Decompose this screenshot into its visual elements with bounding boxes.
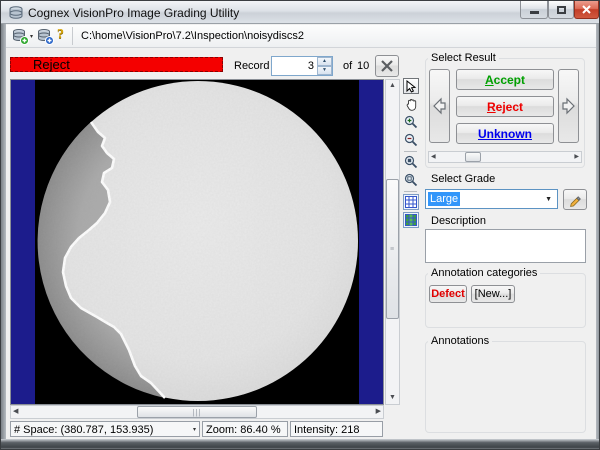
annotation-categories-label: Annotation categories <box>428 267 540 279</box>
image-display[interactable] <box>10 79 384 405</box>
reject-button[interactable]: Reject <box>456 96 554 117</box>
pointer-icon <box>405 80 417 93</box>
main-toolbar: ▾ ? C:\home\VisionPro\7.2\Inspection\noi… <box>6 25 596 48</box>
previous-record-button[interactable] <box>429 69 450 143</box>
image-path-label: C:\home\VisionPro\7.2\Inspection\noisydi… <box>81 30 304 42</box>
reject-label: R <box>487 100 496 114</box>
record-total: 10 <box>357 60 369 72</box>
select-result-label: Select Result <box>428 52 499 64</box>
zoom-actual-tool[interactable] <box>403 172 419 188</box>
next-record-button[interactable] <box>558 69 579 143</box>
scroll-right-icon[interactable]: ▶ <box>574 152 579 162</box>
window-title: Cognex VisionPro Image Grading Utility <box>28 6 239 20</box>
grid-tool[interactable] <box>403 194 419 210</box>
spin-up-icon[interactable]: ▲ <box>317 57 332 66</box>
window-border-bottom <box>1 439 600 450</box>
unknown-button[interactable]: Unknown <box>456 123 554 144</box>
accept-button[interactable]: Accept <box>456 69 554 90</box>
save-database-icon[interactable] <box>37 28 54 45</box>
zoom-out-tool[interactable] <box>403 132 419 148</box>
zoom-actual-icon <box>404 173 418 187</box>
pencil-icon <box>568 193 582 207</box>
key-icon[interactable]: ? <box>57 27 64 43</box>
hand-icon <box>405 98 418 111</box>
pointer-tool[interactable] <box>403 78 419 94</box>
maximize-icon <box>557 6 566 14</box>
zoom-in-icon <box>404 115 418 129</box>
zoom-status: Zoom: 86.40 % <box>202 421 288 437</box>
of-label: of <box>343 60 352 72</box>
chevron-down-icon[interactable]: ▾ <box>30 33 33 40</box>
horizontal-scroll-thumb[interactable]: ||| <box>137 406 257 418</box>
vertical-scroll-thumb[interactable]: ≡ <box>386 179 399 319</box>
grade-value: Large <box>428 192 460 206</box>
minimize-icon <box>530 11 539 14</box>
zoom-in-tool[interactable] <box>403 114 419 130</box>
close-icon <box>582 5 591 14</box>
space-status-label: # Space: (380.787, 153.935) <box>14 424 153 436</box>
right-margin-band <box>359 80 383 404</box>
spin-down-icon[interactable]: ▼ <box>317 66 332 75</box>
arrow-left-icon <box>432 96 447 116</box>
zoom-out-icon <box>404 133 418 147</box>
grid-filled-tool[interactable] <box>403 212 419 228</box>
viewer-horizontal-scrollbar[interactable]: ◀ ||| ▶ <box>10 405 384 419</box>
maximize-button[interactable] <box>548 1 574 19</box>
intensity-status-label: Intensity: 218 <box>294 424 359 436</box>
result-banner: Reject <box>10 57 223 72</box>
close-button[interactable] <box>574 1 599 19</box>
chevron-down-icon[interactable]: ▼ <box>545 196 552 203</box>
select-grade-label: Select Grade <box>428 173 498 185</box>
space-status-dropdown[interactable]: # Space: (380.787, 153.935) ▾ <box>10 421 200 437</box>
unknown-label: Unknown <box>478 127 532 141</box>
grid-filled-icon <box>405 214 417 226</box>
add-database-icon[interactable] <box>12 28 29 45</box>
accept-label: A <box>485 73 494 87</box>
new-category-button[interactable]: [New...] <box>471 285 515 303</box>
record-input[interactable] <box>272 57 316 75</box>
scroll-down-icon[interactable]: ▼ <box>386 392 399 404</box>
app-window: Cognex VisionPro Image Grading Utility ▾ <box>0 0 600 450</box>
scroll-left-icon[interactable]: ◀ <box>431 152 436 162</box>
edit-grades-button[interactable] <box>563 189 587 210</box>
scroll-left-icon[interactable]: ◀ <box>13 406 18 418</box>
x-icon <box>380 59 394 73</box>
viewer-vertical-scrollbar[interactable]: ▲ ≡ ▼ <box>385 79 400 405</box>
toolbar-separator <box>72 27 73 45</box>
grid-icon <box>405 196 417 208</box>
record-scrollbar[interactable]: ◀ ▶ <box>428 151 582 163</box>
app-icon <box>8 5 24 21</box>
annotations-label: Annotations <box>428 335 492 347</box>
zoom-region-icon <box>404 155 418 169</box>
defect-category-button[interactable]: Defect <box>429 285 467 303</box>
new-category-label: [New...] <box>475 288 512 300</box>
titlebar[interactable]: Cognex VisionPro Image Grading Utility <box>1 1 600 24</box>
pan-tool[interactable] <box>403 96 419 112</box>
record-scroll-thumb[interactable] <box>465 152 481 162</box>
tool-separator <box>404 151 417 152</box>
window-border-right <box>596 24 600 439</box>
zoom-status-label: Zoom: 86.40 % <box>206 424 281 436</box>
zoom-region-tool[interactable] <box>403 154 419 170</box>
description-input[interactable] <box>425 229 586 263</box>
annotations-group <box>425 341 586 433</box>
arrow-right-icon <box>561 96 576 116</box>
minimize-button[interactable] <box>520 1 548 19</box>
defect-label: Defect <box>431 288 465 300</box>
intensity-status: Intensity: 218 <box>290 421 383 437</box>
tool-separator <box>404 191 417 192</box>
chevron-down-icon: ▾ <box>193 426 196 433</box>
viewer-toolbar <box>402 78 420 318</box>
scroll-right-icon[interactable]: ▶ <box>376 406 381 418</box>
left-margin-band <box>11 80 35 404</box>
delete-record-button[interactable] <box>375 55 399 77</box>
description-label: Description <box>428 215 489 227</box>
scroll-up-icon[interactable]: ▲ <box>386 80 399 92</box>
record-spinner[interactable]: ▲ ▼ <box>271 56 333 76</box>
record-label: Record <box>234 60 269 72</box>
window-border-left <box>1 24 6 439</box>
grade-combobox[interactable]: Large ▼ <box>425 189 558 209</box>
